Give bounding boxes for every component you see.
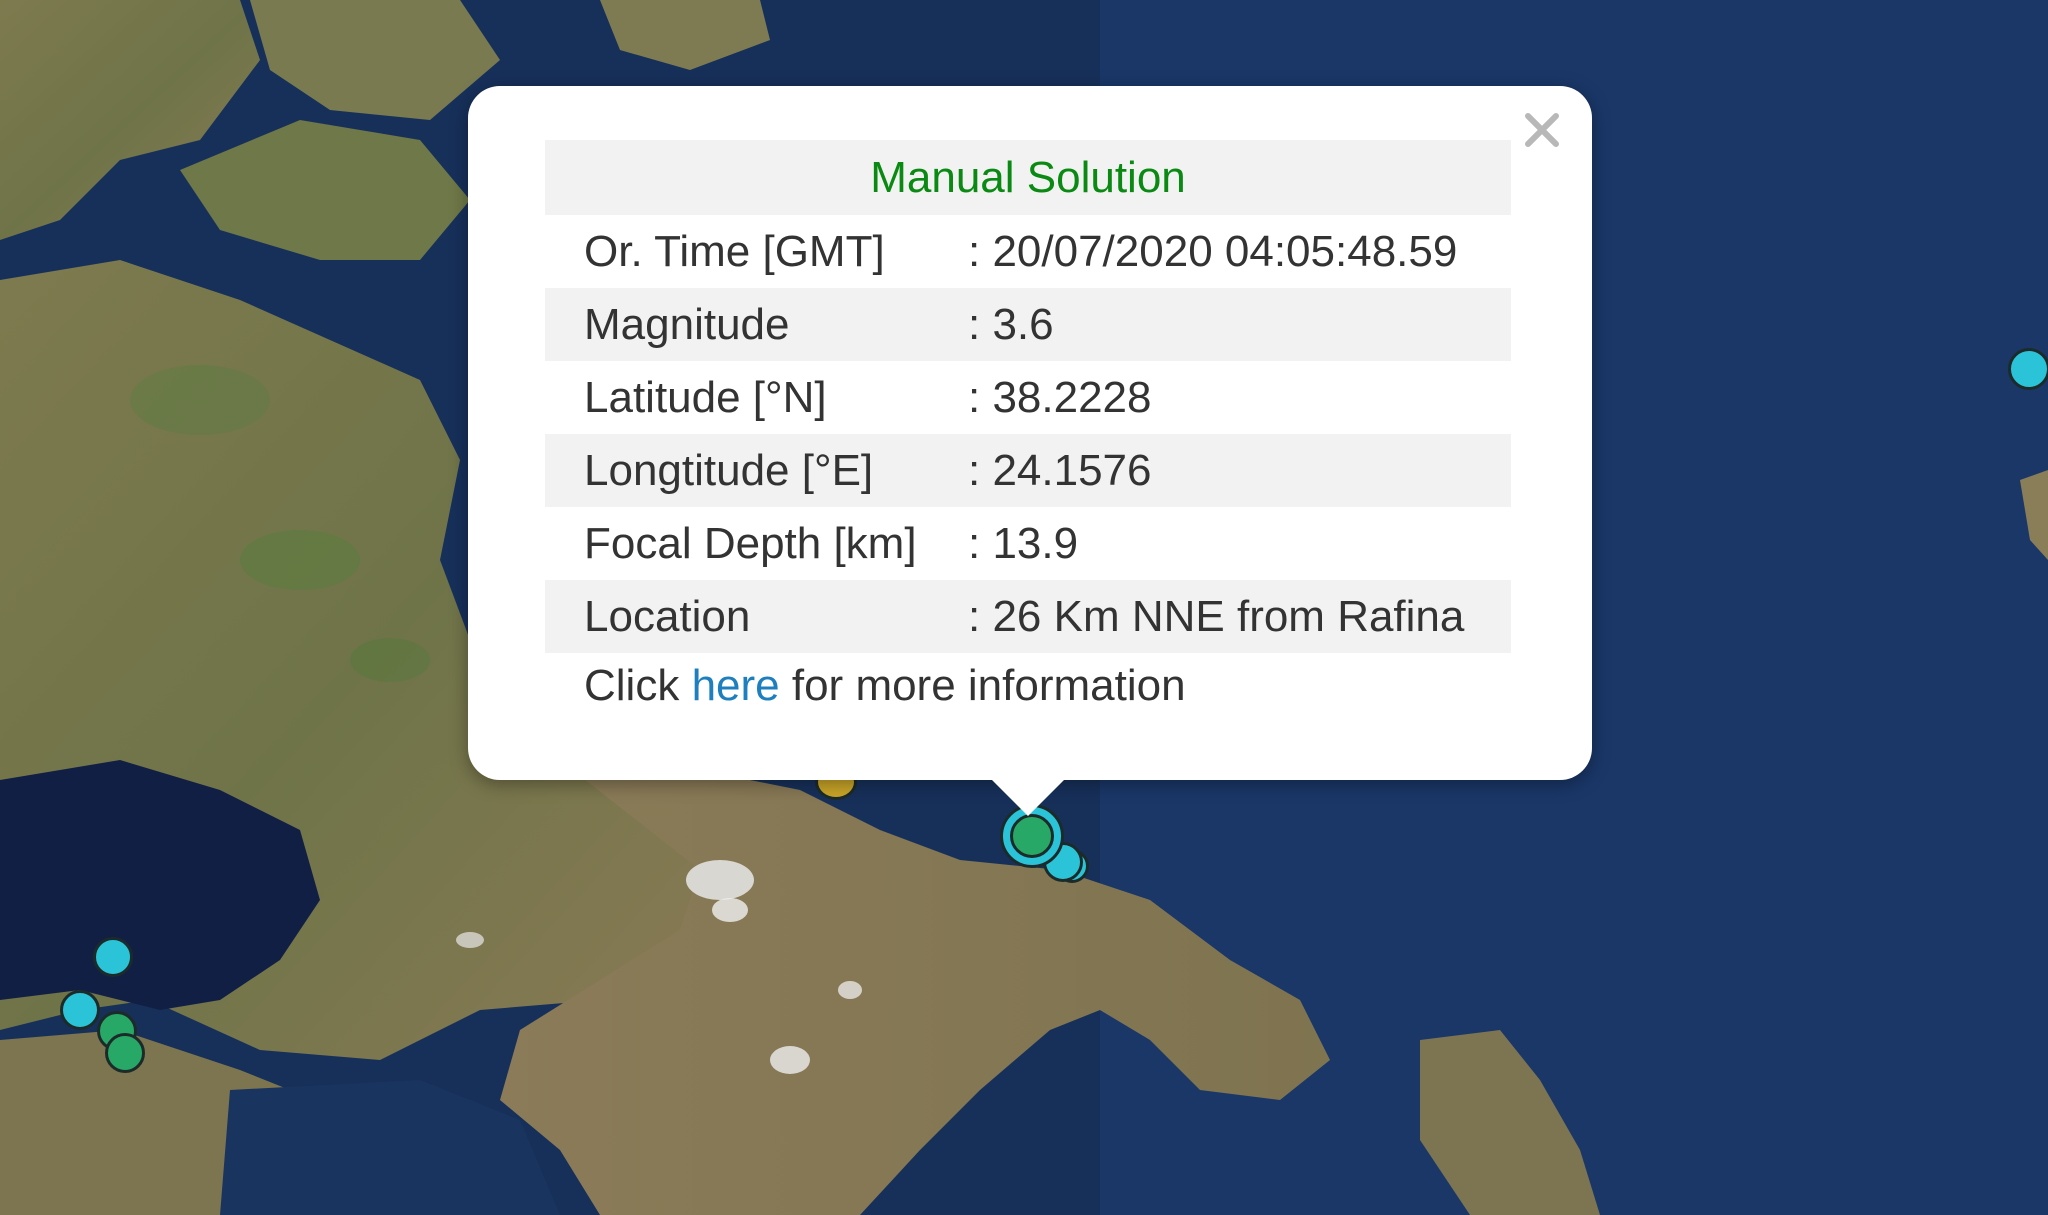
close-icon[interactable] bbox=[1516, 104, 1568, 156]
magnitude-label: Magnitude bbox=[545, 288, 968, 361]
magnitude-value: : 3.6 bbox=[968, 288, 1511, 361]
focal-depth-label: Focal Depth [km] bbox=[584, 518, 917, 568]
popup-title: Manual Solution bbox=[545, 140, 1511, 215]
earthquake-marker[interactable] bbox=[105, 1033, 145, 1073]
table-header-row: Manual Solution bbox=[545, 140, 1511, 215]
longitude-label: Longtitude [°E] bbox=[545, 434, 968, 507]
earthquake-marker[interactable] bbox=[2008, 348, 2048, 390]
table-row: Longtitude [°E] : 24.1576 bbox=[545, 434, 1511, 507]
latitude-value: : 38.2228 bbox=[968, 372, 1152, 422]
table-row: Focal Depth [km] : 13.9 bbox=[545, 507, 1511, 580]
earthquake-marker[interactable] bbox=[93, 937, 133, 977]
origin-time-value: : 20/07/2020 04:05:48.59 bbox=[968, 226, 1458, 276]
more-info-link[interactable]: here bbox=[692, 661, 780, 710]
longitude-value: : 24.1576 bbox=[968, 434, 1511, 507]
more-info-text: Click here for more information bbox=[584, 661, 1186, 711]
earthquake-marker-selected[interactable] bbox=[1010, 814, 1054, 858]
earthquake-details-table: Manual Solution Or. Time [GMT] : 20/07/2… bbox=[545, 140, 1511, 653]
location-value: : 26 Km NNE from Rafina bbox=[968, 580, 1511, 653]
focal-depth-value: : 13.9 bbox=[968, 518, 1079, 568]
origin-time-label: Or. Time [GMT] bbox=[584, 226, 885, 276]
popup-tip bbox=[990, 778, 1066, 816]
more-info-prefix: Click bbox=[584, 661, 692, 710]
earthquake-info-popup: Manual Solution Or. Time [GMT] : 20/07/2… bbox=[468, 86, 1592, 780]
table-row: Latitude [°N] : 38.2228 bbox=[545, 361, 1511, 434]
table-row: Or. Time [GMT] : 20/07/2020 04:05:48.59 bbox=[545, 215, 1511, 288]
more-info-suffix: for more information bbox=[779, 661, 1186, 710]
latitude-label: Latitude [°N] bbox=[584, 372, 827, 422]
location-label: Location bbox=[545, 580, 968, 653]
earthquake-marker[interactable] bbox=[60, 990, 100, 1030]
table-row: Magnitude : 3.6 bbox=[545, 288, 1511, 361]
table-row: Location : 26 Km NNE from Rafina bbox=[545, 580, 1511, 653]
